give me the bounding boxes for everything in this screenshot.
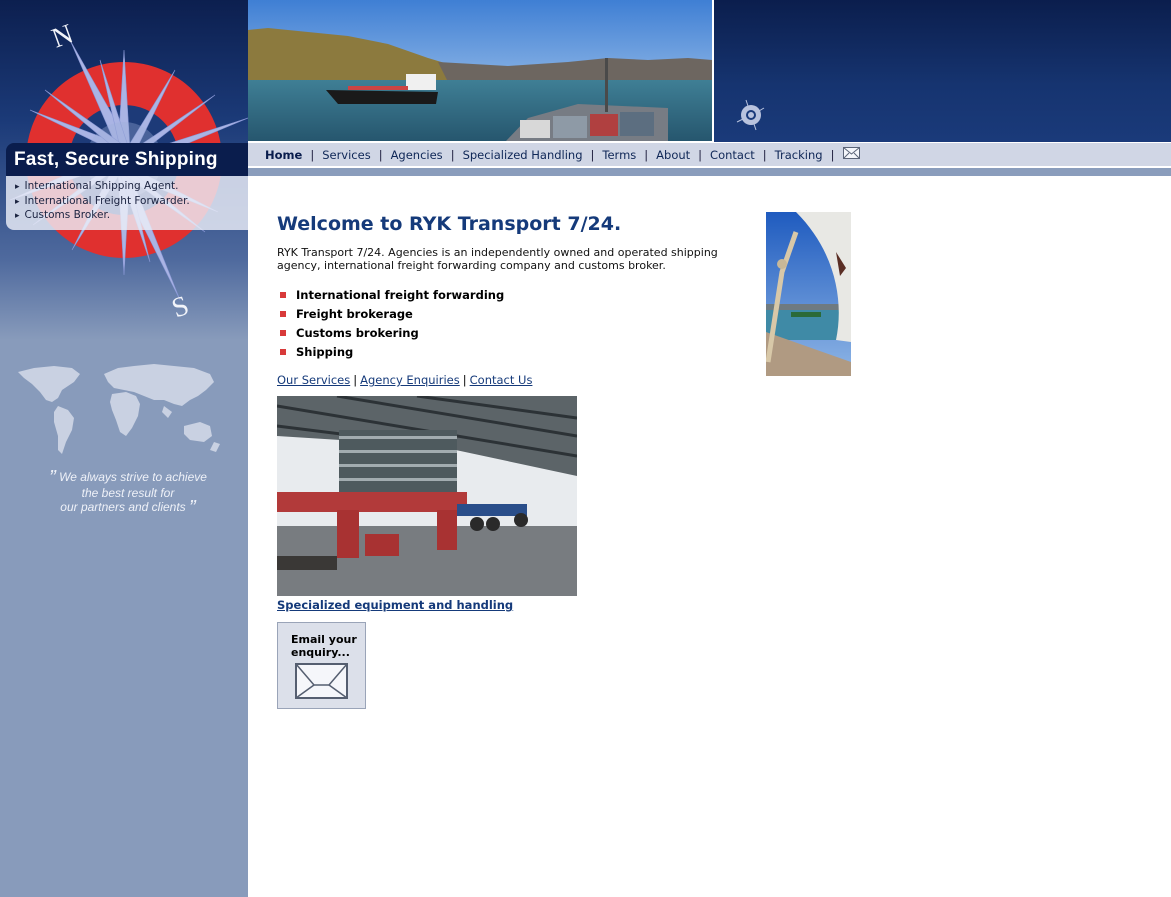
nav-services[interactable]: Services: [322, 148, 371, 162]
sidebar-quote: ” We always strive to achieve the best r…: [38, 467, 218, 519]
nav-separator: |: [310, 147, 315, 162]
quote-open-mark: ”: [49, 467, 56, 489]
quote-close-mark: ”: [189, 497, 196, 519]
our-services-link[interactable]: Our Services: [277, 373, 350, 387]
tagline-heading: Fast, Secure Shipping: [6, 143, 248, 176]
tagline-box: Fast, Secure Shipping International Ship…: [6, 143, 248, 230]
link-separator: |: [353, 373, 358, 387]
compass-south-label: S: [168, 290, 193, 324]
nav-about[interactable]: About: [656, 148, 690, 162]
service-item: International freight forwarding: [277, 286, 747, 305]
intro-paragraph: RYK Transport 7/24. Agencies is an indep…: [277, 246, 718, 272]
main-content: Welcome to RYK Transport 7/24. RYK Trans…: [277, 212, 747, 709]
compass-north-label: N: [48, 18, 78, 54]
equipment-photo[interactable]: [277, 396, 577, 596]
nav-terms[interactable]: Terms: [602, 148, 636, 162]
tagline-list: International Shipping Agent. Internatio…: [6, 176, 248, 230]
dock-photo: [766, 212, 851, 376]
service-item: Customs brokering: [277, 324, 747, 343]
quote-line: We always strive to achieve: [59, 470, 207, 484]
nav-home[interactable]: Home: [265, 148, 302, 162]
nav-contact[interactable]: Contact: [710, 148, 755, 162]
header-banner: [712, 0, 1171, 142]
page-title: Welcome to RYK Transport 7/24.: [277, 213, 622, 235]
nav-separator: |: [644, 147, 649, 162]
banner-photo: [248, 0, 712, 141]
sidebar: N S Fast, Secure Shipping International …: [0, 0, 248, 897]
contact-us-link[interactable]: Contact Us: [470, 373, 533, 387]
ship-wheel-icon: [736, 99, 765, 131]
email-enquiry-button[interactable]: Email your enquiry...: [277, 622, 366, 709]
link-separator: |: [462, 373, 467, 387]
nav-tracking[interactable]: Tracking: [775, 148, 823, 162]
main-navigation: Home | Services | Agencies | Specialized…: [248, 142, 1171, 167]
nav-email-link[interactable]: [842, 147, 861, 162]
specialized-equipment-link[interactable]: Specialized equipment and handling: [277, 598, 747, 612]
nav-agencies[interactable]: Agencies: [391, 148, 443, 162]
service-item: Shipping: [277, 343, 747, 362]
nav-separator: |: [590, 147, 595, 162]
quote-line: our partners and clients: [60, 500, 186, 514]
email-enquiry-label: Email your enquiry...: [278, 623, 365, 659]
nav-separator: |: [762, 147, 767, 162]
agency-enquiries-link[interactable]: Agency Enquiries: [360, 373, 460, 387]
tagline-item: International Shipping Agent.: [15, 180, 248, 195]
email-enquiry-line: Email your: [291, 633, 357, 646]
envelope-icon: [295, 663, 348, 699]
email-enquiry-line: enquiry...: [291, 646, 350, 659]
tagline-item: International Freight Forwarder.: [15, 195, 248, 210]
tagline-item: Customs Broker.: [15, 209, 248, 224]
quote-line: the best result for: [81, 485, 175, 500]
quick-links: Our Services | Agency Enquiries | Contact Us: [277, 373, 747, 387]
nav-separator: |: [450, 147, 455, 162]
envelope-icon: [843, 147, 861, 159]
nav-separator: |: [698, 147, 703, 162]
nav-separator: |: [378, 147, 383, 162]
nav-divider-stripe: [248, 168, 1171, 176]
nav-specialized-handling[interactable]: Specialized Handling: [463, 148, 583, 162]
world-map-graphic: [18, 364, 220, 454]
services-list: International freight forwarding Freight…: [277, 286, 747, 362]
service-item: Freight brokerage: [277, 305, 747, 324]
nav-separator: |: [830, 147, 835, 162]
